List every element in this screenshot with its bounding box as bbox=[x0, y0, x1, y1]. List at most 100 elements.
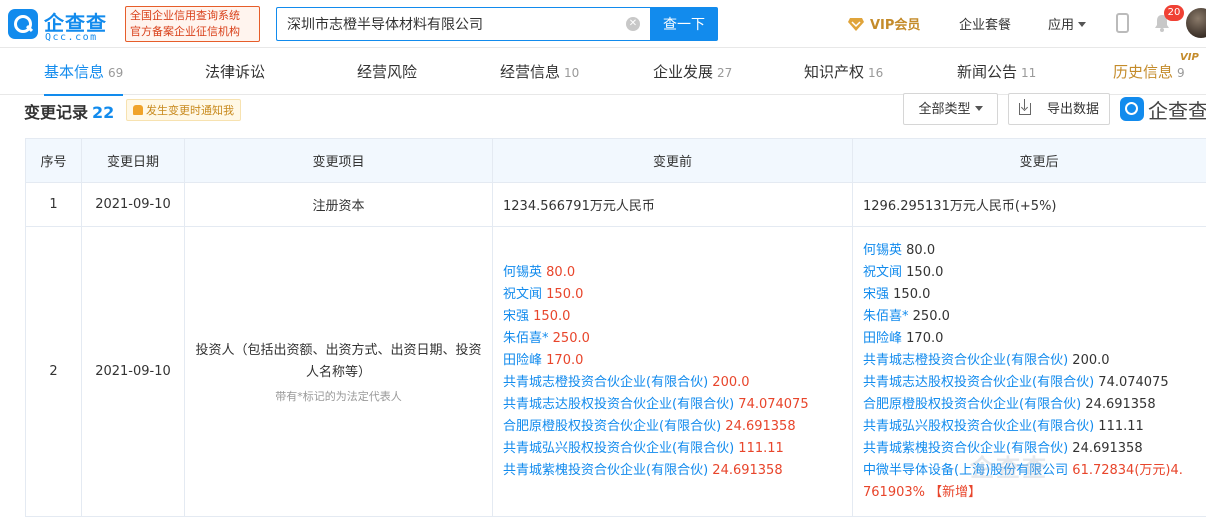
clear-icon[interactable]: ✕ bbox=[626, 17, 640, 31]
notify-label: 发生变更时通知我 bbox=[146, 104, 234, 117]
badge-line-2: 官方备案企业征信机构 bbox=[130, 24, 255, 40]
investor-name-link[interactable]: 田险峰 bbox=[503, 353, 542, 368]
investor-line: 朱佰喜* 250.0 bbox=[863, 306, 1206, 328]
investor-line: 祝文闻 150.0 bbox=[863, 262, 1206, 284]
type-filter-dropdown[interactable]: 全部类型 bbox=[903, 93, 998, 125]
export-button[interactable]: 导出数据 bbox=[1008, 93, 1110, 125]
investor-line: 合肥原橙股权投资合伙企业(有限合伙) 24.691358 bbox=[863, 394, 1206, 416]
tab-history[interactable]: 历史信息9 bbox=[1113, 49, 1185, 95]
tab-count: 9 bbox=[1177, 66, 1185, 80]
tab-label: 经营风险 bbox=[357, 63, 417, 81]
tab-development[interactable]: 企业发展27 bbox=[653, 49, 732, 95]
investor-value: 170.0 bbox=[906, 331, 943, 346]
investor-name-link[interactable]: 共青城紫槐投资合伙企业(有限合伙) bbox=[503, 463, 708, 478]
investor-line: 祝文闻 150.0 bbox=[503, 284, 852, 306]
phone-icon[interactable] bbox=[1116, 13, 1129, 33]
search-input[interactable] bbox=[276, 7, 650, 41]
search-button[interactable]: 查一下 bbox=[650, 7, 718, 41]
investor-name-link[interactable]: 祝文闻 bbox=[503, 287, 542, 302]
tab-legal[interactable]: 法律诉讼 bbox=[205, 49, 265, 95]
row-item-cell: 投资人（包括出资额、出资方式、出资日期、投资人名称等） 带有*标记的为法定代表人 bbox=[185, 227, 493, 517]
investor-line: 田险峰 170.0 bbox=[503, 350, 852, 372]
logo-sub: Qcc.com bbox=[45, 32, 98, 43]
investor-name-link[interactable]: 共青城志达股权投资合伙企业(有限合伙) bbox=[503, 397, 734, 412]
section-count: 22 bbox=[92, 103, 114, 122]
investor-name-link[interactable]: 共青城志橙投资合伙企业(有限合伙) bbox=[863, 353, 1068, 368]
enterprise-package-link[interactable]: 企业套餐 bbox=[959, 14, 1011, 33]
investor-name-link[interactable]: 朱佰喜* bbox=[863, 309, 909, 324]
qcc-logo[interactable]: 企查查 Qcc.com bbox=[8, 7, 120, 41]
col-header-item: 变更项目 bbox=[185, 139, 493, 183]
investor-name-link[interactable]: 共青城志橙投资合伙企业(有限合伙) bbox=[503, 375, 708, 390]
brand-name: 企查查 bbox=[1148, 95, 1206, 124]
tab-risk[interactable]: 经营风险 bbox=[357, 49, 417, 95]
apps-menu[interactable]: 应用 bbox=[1048, 14, 1086, 33]
investor-value: 24.691358 bbox=[725, 419, 795, 434]
investor-name-link[interactable]: 共青城弘兴股权投资合伙企业(有限合伙) bbox=[503, 441, 734, 456]
investor-name-link[interactable]: 宋强 bbox=[503, 309, 529, 324]
col-header-index: 序号 bbox=[26, 139, 82, 183]
investor-line: 共青城志橙投资合伙企业(有限合伙) 200.0 bbox=[503, 372, 852, 394]
tab-count: 11 bbox=[1021, 66, 1036, 80]
investor-name-link[interactable]: 合肥原橙股权投资合伙企业(有限合伙) bbox=[503, 419, 721, 434]
investor-value: 150.0 bbox=[533, 309, 570, 324]
chevron-down-icon bbox=[1078, 22, 1086, 27]
notification-count: 20 bbox=[1164, 5, 1184, 21]
avatar[interactable] bbox=[1186, 8, 1206, 38]
tab-operations[interactable]: 经营信息10 bbox=[500, 49, 579, 95]
investor-value: 80.0 bbox=[906, 243, 935, 258]
search-logo-icon bbox=[1120, 97, 1144, 121]
vip-label: VIP会员 bbox=[870, 18, 920, 33]
search-logo-icon bbox=[8, 9, 38, 39]
watermark: 企查查 bbox=[970, 448, 1048, 483]
investor-value: 150.0 bbox=[906, 265, 943, 280]
investor-value: 61.72834(万元)4. bbox=[1072, 463, 1183, 478]
export-label: 导出数据 bbox=[1047, 101, 1099, 116]
investor-name-link[interactable]: 祝文闻 bbox=[863, 265, 902, 280]
tab-count: 69 bbox=[108, 66, 123, 80]
investor-name-link[interactable]: 合肥原橙股权投资合伙企业(有限合伙) bbox=[863, 397, 1081, 412]
investor-line: 共青城志达股权投资合伙企业(有限合伙) 74.074075 bbox=[503, 394, 852, 416]
tab-ip[interactable]: 知识产权 16 bbox=[804, 49, 883, 95]
investor-value: 24.691358 bbox=[1072, 441, 1142, 456]
investor-list-after: 何锡英 80.0祝文闻 150.0宋强 150.0朱佰喜* 250.0田险峰 1… bbox=[863, 240, 1206, 460]
investor-value: 250.0 bbox=[913, 309, 950, 324]
col-header-date: 变更日期 bbox=[82, 139, 185, 183]
type-filter-label: 全部类型 bbox=[918, 101, 970, 116]
row-before-list: 何锡英 80.0祝文闻 150.0宋强 150.0朱佰喜* 250.0田险峰 1… bbox=[493, 227, 853, 517]
investor-line: 宋强 150.0 bbox=[863, 284, 1206, 306]
top-header: 企查查 Qcc.com 全国企业信用查询系统 官方备案企业征信机构 ✕ 查一下 … bbox=[0, 0, 1206, 48]
investor-value: 80.0 bbox=[546, 265, 575, 280]
table-header-row: 序号 变更日期 变更项目 变更前 变更后 bbox=[26, 139, 1206, 183]
investor-name-link[interactable]: 田险峰 bbox=[863, 331, 902, 346]
investor-line: 何锡英 80.0 bbox=[503, 262, 852, 284]
official-badge: 全国企业信用查询系统 官方备案企业征信机构 bbox=[125, 6, 260, 42]
vip-diamond-icon bbox=[848, 17, 864, 31]
investor-value: 74.074075 bbox=[1098, 375, 1168, 390]
vip-link[interactable]: VIP会员 bbox=[848, 14, 920, 34]
badge-line-1: 全国企业信用查询系统 bbox=[130, 8, 255, 24]
notify-on-change-button[interactable]: 发生变更时通知我 bbox=[126, 99, 241, 121]
tab-label: 知识产权 bbox=[804, 63, 864, 81]
investor-name-link[interactable]: 共青城弘兴股权投资合伙企业(有限合伙) bbox=[863, 419, 1094, 434]
investor-value: 150.0 bbox=[893, 287, 930, 302]
tab-count: 16 bbox=[868, 66, 883, 80]
investor-name-link[interactable]: 宋强 bbox=[863, 287, 889, 302]
investor-line: 共青城弘兴股权投资合伙企业(有限合伙) 111.11 bbox=[863, 416, 1206, 438]
investor-name-link[interactable]: 共青城志达股权投资合伙企业(有限合伙) bbox=[863, 375, 1094, 390]
row-date: 2021-09-10 bbox=[82, 183, 185, 227]
investor-name-link[interactable]: 朱佰喜* bbox=[503, 331, 549, 346]
investor-name-link[interactable]: 何锡英 bbox=[863, 243, 902, 258]
section-title: 变更记录22 bbox=[24, 99, 114, 123]
tab-basic-info[interactable]: 基本信息69 bbox=[44, 49, 123, 95]
investor-line: 共青城志橙投资合伙企业(有限合伙) 200.0 bbox=[863, 350, 1206, 372]
tab-news[interactable]: 新闻公告11 bbox=[957, 49, 1036, 95]
col-header-after: 变更后 bbox=[853, 139, 1206, 183]
investor-value: 111.11 bbox=[738, 441, 784, 456]
vip-tag: VIP bbox=[1180, 52, 1199, 63]
investor-value-cont: 761903% bbox=[863, 485, 925, 500]
investor-value: 74.074075 bbox=[738, 397, 808, 412]
investor-name-link[interactable]: 何锡英 bbox=[503, 265, 542, 280]
investor-value: 200.0 bbox=[1072, 353, 1109, 368]
investor-value: 150.0 bbox=[546, 287, 583, 302]
